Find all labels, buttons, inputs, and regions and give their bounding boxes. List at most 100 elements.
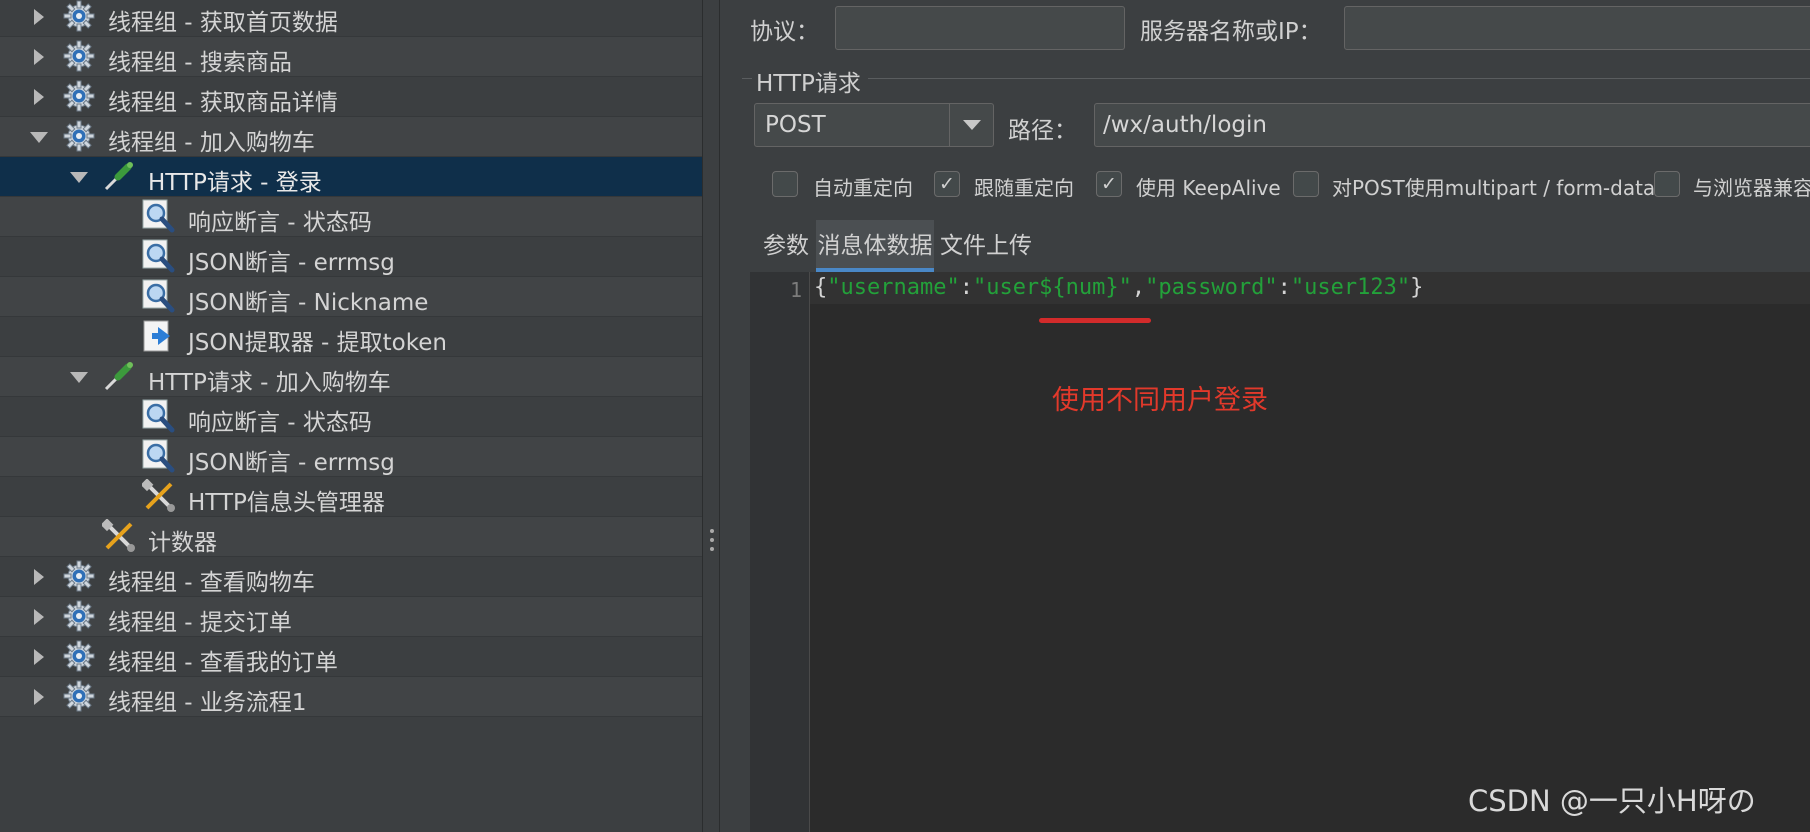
config-tools-icon: [100, 518, 136, 553]
config-tools-icon: [140, 478, 176, 513]
tab-parameters[interactable]: 参数: [756, 220, 816, 272]
assertion-magnifier-icon: [142, 439, 176, 473]
http-sampler-pipette-icon: [102, 359, 136, 393]
tree-item-label: 线程组 - 查看购物车: [108, 570, 315, 596]
jmeter-window: 线程组 - 获取首页数据 线程组 - 搜索商品 线程组 - 获取商品详情 线程组 - …: [0, 0, 1810, 832]
path-input[interactable]: /wx/auth/login: [1094, 103, 1810, 147]
thread-group-gear-icon: [62, 119, 96, 153]
body-data-editor[interactable]: 1 {"username":"user${num}","password":"u…: [750, 272, 1810, 832]
keepalive-label: 使用 KeepAlive: [1136, 176, 1281, 200]
thread-group-gear-icon: [62, 639, 96, 673]
json-string-token: "user123": [1290, 275, 1411, 300]
follow-redirect-checkbox[interactable]: ✓: [934, 171, 960, 197]
thread-group-gear-icon: [62, 79, 96, 113]
chevron-down-icon: [963, 120, 981, 130]
body-code-line[interactable]: {"username":"user${num}","password":"use…: [814, 275, 1423, 300]
tree-item[interactable]: JSON断言 - errmsg: [0, 237, 702, 277]
json-string-token: "username": [827, 275, 960, 300]
protocol-label: 协议：: [750, 19, 819, 45]
assertion-magnifier-icon: [142, 199, 176, 233]
collapse-arrow-icon[interactable]: [34, 9, 44, 25]
watermark: CSDN @一只小H呀の: [1468, 784, 1756, 818]
line-number: 1: [789, 278, 802, 302]
tree-item[interactable]: HTTP请求 - 加入购物车: [0, 357, 702, 397]
tree-item-label: JSON提取器 - 提取token: [188, 330, 447, 356]
group-border: [742, 78, 752, 79]
checkmark-icon: ✓: [939, 173, 955, 195]
json-string-token: "password": [1145, 275, 1278, 300]
tree-item-label: HTTP请求 - 加入购物车: [148, 370, 391, 396]
line-number-gutter: 1: [750, 272, 810, 832]
collapse-arrow-icon[interactable]: [34, 609, 44, 625]
path-label: 路径：: [1008, 118, 1077, 144]
pane-splitter[interactable]: [702, 0, 720, 832]
tree-item-label: 线程组 - 查看我的订单: [108, 650, 338, 676]
tree-item[interactable]: 线程组 - 查看购物车: [0, 557, 702, 597]
tree-item[interactable]: JSON提取器 - 提取token: [0, 317, 702, 357]
browser-compatible-label: 与浏览器兼容: [1693, 176, 1810, 200]
keepalive-checkbox[interactable]: ✓: [1096, 171, 1122, 197]
expand-arrow-icon[interactable]: [70, 372, 88, 383]
multipart-label: 对POST使用multipart / form-data: [1332, 176, 1656, 200]
tree-item-label: 线程组 - 提交订单: [108, 610, 292, 636]
tree-item[interactable]: HTTP信息头管理器: [0, 477, 702, 517]
thread-group-gear-icon: [62, 559, 96, 593]
tree-item[interactable]: 线程组 - 加入购物车: [0, 117, 702, 157]
collapse-arrow-icon[interactable]: [34, 689, 44, 705]
expand-arrow-icon[interactable]: [30, 132, 48, 143]
splitter-grip-dot: [710, 547, 714, 551]
assertion-magnifier-icon: [142, 239, 176, 273]
group-border: [868, 78, 1810, 79]
method-dropdown-button[interactable]: [949, 104, 993, 146]
assertion-magnifier-icon: [142, 399, 176, 433]
tree-item[interactable]: HTTP请求 - 登录: [0, 157, 702, 197]
multipart-checkbox[interactable]: [1293, 171, 1319, 197]
tab-file-upload[interactable]: 文件上传: [934, 220, 1038, 272]
collapse-arrow-icon[interactable]: [34, 89, 44, 105]
server-input[interactable]: [1344, 6, 1810, 50]
expand-arrow-icon[interactable]: [70, 172, 88, 183]
splitter-grip-dot: [710, 538, 714, 542]
thread-group-gear-icon: [62, 0, 96, 33]
http-group-title: HTTP请求: [756, 71, 861, 97]
collapse-arrow-icon[interactable]: [34, 649, 44, 665]
thread-group-gear-icon: [62, 679, 96, 713]
tree-item[interactable]: 线程组 - 获取商品详情: [0, 77, 702, 117]
tree-item-label: 响应断言 - 状态码: [188, 410, 372, 436]
tree-item-label: 线程组 - 获取首页数据: [108, 10, 338, 36]
tree-item[interactable]: 线程组 - 提交订单: [0, 597, 702, 637]
annotation-text: 使用不同用户登录: [1052, 385, 1268, 416]
tree-item-label: JSON断言 - Nickname: [188, 290, 429, 316]
auto-redirect-checkbox[interactable]: [772, 171, 798, 197]
tree-item-label: HTTP信息头管理器: [188, 490, 385, 516]
tree-item[interactable]: 线程组 - 获取首页数据: [0, 0, 702, 37]
json-punctuation-token: :: [1277, 275, 1291, 300]
tree-item[interactable]: 线程组 - 查看我的订单: [0, 637, 702, 677]
tree-item[interactable]: 线程组 - 搜索商品: [0, 37, 702, 77]
annotation-underline: [1039, 318, 1151, 323]
method-select[interactable]: POST: [754, 103, 994, 147]
tree-item[interactable]: 响应断言 - 状态码: [0, 197, 702, 237]
tree-item[interactable]: JSON断言 - errmsg: [0, 437, 702, 477]
browser-compatible-checkbox[interactable]: [1654, 171, 1680, 197]
json-punctuation-token: }: [1410, 275, 1424, 300]
collapse-arrow-icon[interactable]: [34, 569, 44, 585]
server-label: 服务器名称或IP：: [1140, 19, 1322, 45]
splitter-grip-dot: [710, 529, 714, 533]
tree-item[interactable]: 线程组 - 业务流程1: [0, 677, 702, 717]
tree-item[interactable]: JSON断言 - Nickname: [0, 277, 702, 317]
tree-item-label: HTTP请求 - 登录: [148, 170, 322, 196]
test-plan-tree[interactable]: 线程组 - 获取首页数据 线程组 - 搜索商品 线程组 - 获取商品详情 线程组 - …: [0, 0, 702, 832]
tree-item[interactable]: 计数器: [0, 517, 702, 557]
tree-item[interactable]: 响应断言 - 状态码: [0, 397, 702, 437]
protocol-input[interactable]: [835, 6, 1125, 50]
assertion-magnifier-icon: [142, 279, 176, 313]
tree-item-label: 线程组 - 获取商品详情: [108, 90, 338, 116]
http-sampler-pipette-icon: [102, 159, 136, 193]
tree-item-label: JSON断言 - errmsg: [188, 450, 395, 476]
json-string-token: "user${num}": [972, 275, 1132, 300]
tab-body-data[interactable]: 消息体数据: [816, 220, 934, 272]
checkmark-icon: ✓: [1101, 173, 1117, 195]
collapse-arrow-icon[interactable]: [34, 49, 44, 65]
tree-item-label: JSON断言 - errmsg: [188, 250, 395, 276]
